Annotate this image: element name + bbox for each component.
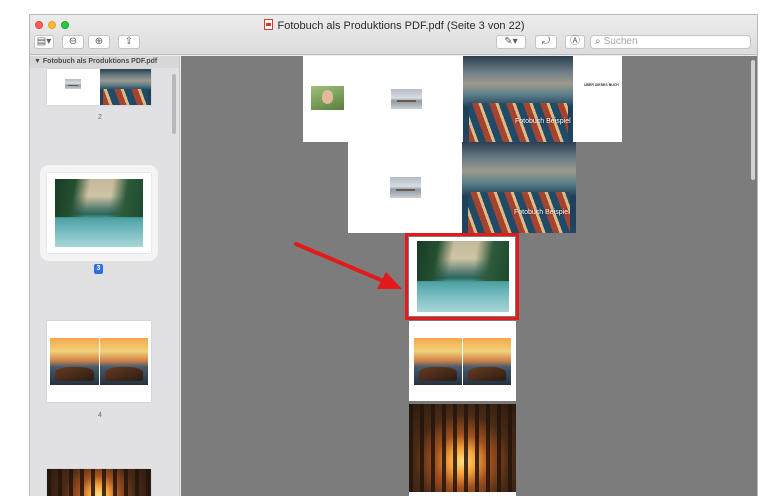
red-arrow-annotation [294, 242, 402, 289]
arrow-shaft [294, 242, 390, 285]
